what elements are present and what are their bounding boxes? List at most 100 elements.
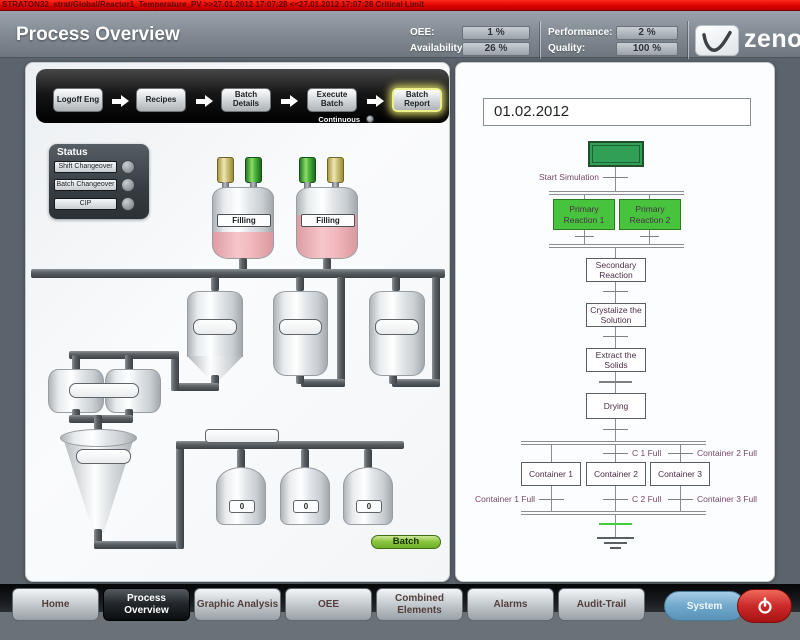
pipe-segment [176, 441, 184, 549]
filler-tank-2-state: Filling [301, 214, 355, 227]
valve-gold [327, 157, 344, 183]
performance-label: Performance: [548, 27, 612, 38]
filler-tank-2: Filling [296, 187, 358, 259]
sfc-parallel-bar [521, 441, 706, 445]
bottom-navigation: Home Process Overview Graphic Analysis O… [0, 584, 800, 640]
batch-details-button[interactable]: Batch Details [221, 88, 271, 112]
sfc-transition [599, 381, 632, 383]
header-divider [688, 21, 689, 59]
sfc-transition-label: C 2 Full [632, 494, 661, 504]
valve-green [245, 157, 262, 183]
sfc-parallel-bar [521, 511, 706, 515]
nav-tab-oee[interactable]: OEE [285, 588, 372, 621]
cip-button[interactable]: CIP [54, 198, 117, 210]
oee-value: 1 % [462, 26, 530, 40]
container-vessel-1: 0 [216, 467, 266, 525]
shift-changeover-button[interactable]: Shift Changeover [54, 161, 117, 173]
sfc-start-step [588, 141, 644, 167]
nav-tab-combined-elements[interactable]: Combined Elements [376, 588, 463, 621]
batch-changeover-button[interactable]: Batch Changeover [54, 179, 117, 191]
tank-level-window [279, 319, 322, 335]
cone-vessel [60, 429, 137, 533]
sfc-line [615, 248, 616, 258]
container-3-count: 0 [356, 500, 382, 513]
sfc-step-container-2: Container 2 [586, 462, 646, 486]
arrow-right-icon [112, 95, 129, 107]
process-overview-panel: Logoff Eng Recipes Batch Details Execute… [25, 62, 450, 582]
batch-button[interactable]: Batch [371, 535, 441, 549]
alarm-message-bar[interactable]: STRATON32_strat/Global/Reactor1_Temperat… [0, 0, 800, 11]
sfc-step-container-1: Container 1 [521, 462, 581, 486]
sfc-line [615, 167, 616, 191]
sfc-active-transition [599, 523, 632, 525]
ground-symbol [604, 542, 627, 544]
date-field[interactable]: 01.02.2012 [483, 98, 751, 126]
pipe-segment [392, 277, 400, 291]
filler-tank-1: Filling [212, 187, 274, 259]
ground-symbol [610, 547, 621, 549]
sfc-line [615, 282, 616, 303]
system-button[interactable]: System [664, 591, 745, 621]
sfc-step-secondary-reaction: Secondary Reaction [586, 258, 646, 282]
recipes-button[interactable]: Recipes [136, 88, 186, 112]
quality-value: 100 % [616, 42, 678, 56]
sfc-transition-label: Container 2 Full [697, 448, 757, 458]
sfc-transition [539, 499, 564, 500]
valve-gold [217, 157, 234, 183]
nav-tab-alarms[interactable]: Alarms [467, 588, 554, 621]
nav-tab-home[interactable]: Home [12, 588, 99, 621]
zenon-logo [695, 25, 739, 56]
performance-value: 2 % [616, 26, 678, 40]
pipe-segment [301, 379, 345, 387]
sfc-line [649, 230, 650, 244]
shift-changeover-lamp [121, 160, 135, 174]
sfc-transition-label: C 1 Full [632, 448, 661, 458]
quality-label: Quality: [548, 43, 585, 54]
power-button[interactable] [737, 589, 792, 623]
main-pipe [31, 269, 445, 278]
workflow-bar: Logoff Eng Recipes Batch Details Execute… [36, 69, 449, 123]
logoff-eng-button[interactable]: Logoff Eng [53, 88, 103, 112]
sfc-transition [603, 499, 628, 500]
cone-top [60, 429, 137, 447]
execute-batch-button[interactable]: Execute Batch [307, 88, 357, 112]
sfc-transition [603, 453, 628, 454]
filler-tank-1-state: Filling [217, 214, 271, 227]
tank-level-window [76, 449, 131, 464]
sfc-step-primary-reaction-1: Primary Reaction 1 [553, 199, 615, 230]
sfc-line [551, 445, 552, 462]
pipe-segment [296, 277, 304, 291]
page-title: Process Overview [16, 24, 180, 46]
continuous-label: Continuous [298, 115, 360, 124]
batch-report-button[interactable]: Batch Report [392, 88, 442, 112]
sfc-transition-label: Container 3 Full [697, 494, 757, 504]
nav-tab-audit-trail[interactable]: Audit-Trail [558, 588, 645, 621]
sfc-step-container-3: Container 3 [650, 462, 710, 486]
cip-lamp [121, 197, 135, 211]
sfc-step-crystalize: Crystalize the Solution [586, 303, 646, 327]
nav-tab-process-overview[interactable]: Process Overview [103, 588, 190, 621]
availability-value: 26 % [462, 42, 530, 56]
header: Process Overview OEE: 1 % Availability: … [0, 11, 800, 58]
container-vessel-3: 0 [343, 467, 393, 525]
zenon-swoosh-icon [699, 28, 735, 54]
sfc-step-extract: Extract the Solids [586, 348, 646, 372]
tank-level-window [375, 319, 419, 335]
continuous-indicator-lamp[interactable] [366, 115, 374, 123]
sfc-step-primary-reaction-2: Primary Reaction 2 [619, 199, 681, 230]
valve-green [299, 157, 316, 183]
display-box [205, 429, 279, 443]
nav-tab-graphic-analysis[interactable]: Graphic Analysis [194, 588, 281, 621]
sfc-transition [640, 236, 659, 237]
arrow-right-icon [367, 95, 384, 107]
sfc-line [615, 515, 616, 537]
tank-level-window [193, 319, 237, 335]
arrow-right-icon [281, 95, 298, 107]
sfc-transition [603, 429, 628, 430]
pipe-segment [392, 379, 440, 387]
status-title: Status [57, 147, 88, 158]
status-panel: Status Shift Changeover Batch Changeover… [49, 144, 149, 219]
alarm-text: STRATON32_strat/Global/Reactor1_Temperat… [2, 0, 424, 9]
logo-text: zenon [744, 25, 800, 54]
power-icon [756, 597, 774, 615]
